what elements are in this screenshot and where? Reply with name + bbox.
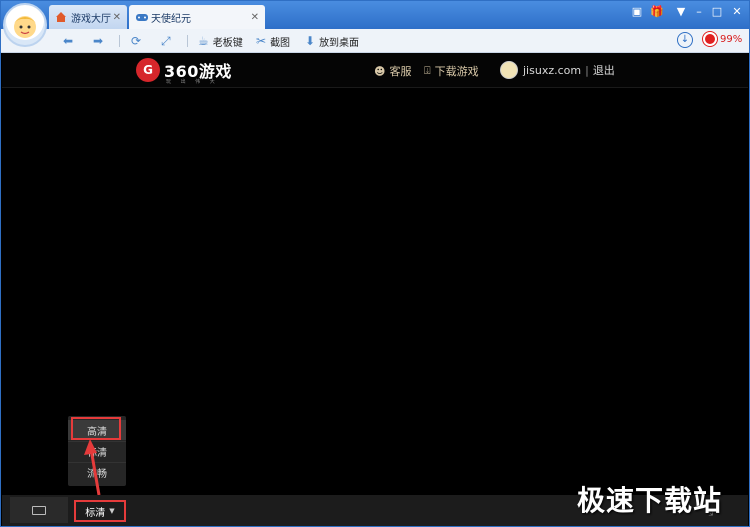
arrow-left-icon: ⬅: [63, 34, 74, 48]
skin-icon[interactable]: ▣: [629, 5, 645, 18]
user-avatar-large[interactable]: [3, 3, 47, 47]
service-link[interactable]: ☻ 客服: [374, 63, 411, 79]
headset-icon: ☻: [374, 64, 386, 78]
close-icon[interactable]: ✕: [251, 12, 259, 23]
tab-label: 游戏大厅: [71, 13, 111, 25]
service-label: 客服: [389, 65, 412, 78]
speed-ball-icon: [703, 32, 717, 46]
back-button[interactable]: ⬅: [63, 33, 77, 49]
logo[interactable]: G 360游戏 玩 出 伟 大: [136, 58, 232, 85]
logo-subtitle: 玩 出 伟 大: [166, 79, 219, 85]
title-bar: 游戏大厅 ✕ 天使纪元 ✕ ▣ 🎁 ▼ – □ ✕: [1, 1, 749, 29]
download-game-link[interactable]: ⍗ 下载游戏: [424, 63, 479, 79]
keyboard-button[interactable]: [10, 497, 68, 523]
download-label: 下载游戏: [434, 65, 479, 78]
menu-icon[interactable]: ▼: [673, 5, 689, 18]
gift-icon[interactable]: 🎁: [649, 5, 665, 18]
avatar[interactable]: [500, 61, 518, 79]
browser-toolbar: ⬅ ➡ ⟳ ⤢ ☕ 老板键 ✂ 截图 ⬇ 放到桌面 ↓ 99%: [1, 29, 749, 53]
username: jisuxz.com: [523, 63, 582, 77]
home-icon: [55, 11, 67, 23]
speed-indicator[interactable]: 99%: [703, 32, 742, 46]
speed-value: 99%: [720, 33, 743, 45]
quality-current: 标清: [85, 507, 106, 519]
keyboard-icon: [32, 505, 46, 515]
screenshot-button[interactable]: ✂ 截图: [256, 33, 290, 49]
boss-key-label: 老板键: [212, 37, 243, 49]
tab-label: 天使纪元: [151, 13, 191, 25]
desktop-icon: ⬇: [305, 34, 316, 48]
arrow-right-icon: ➡: [93, 34, 104, 48]
boss-key-button[interactable]: ☕ 老板键: [198, 33, 243, 49]
download-box-icon: ⍗: [424, 64, 431, 77]
cup-icon: ☕: [198, 34, 209, 48]
logo-mark: G: [136, 58, 160, 82]
minimize-icon[interactable]: –: [691, 5, 707, 18]
refresh-button[interactable]: ⟳: [131, 33, 145, 49]
forward-button[interactable]: ➡: [93, 33, 107, 49]
desktop-label: 放到桌面: [319, 37, 360, 49]
watermark: 极速下载站: [577, 484, 723, 517]
browser-window: 游戏大厅 ✕ 天使纪元 ✕ ▣ 🎁 ▼ – □ ✕ ⬅ ➡ ⟳ ⤢ ☕ 老板键 …: [0, 0, 750, 527]
refresh-icon: ⟳: [131, 34, 142, 48]
divider: |: [585, 63, 589, 77]
gamepad-icon: [135, 11, 148, 23]
crop-icon: ✂: [256, 34, 267, 48]
tab-game-hall[interactable]: 游戏大厅 ✕: [49, 5, 127, 29]
window-close-icon[interactable]: ✕: [729, 5, 745, 18]
logout-link[interactable]: 退出: [593, 62, 615, 78]
fullscreen-icon: ⤢: [161, 33, 171, 48]
tab-angel-era[interactable]: 天使纪元 ✕: [129, 5, 265, 29]
fullscreen-button[interactable]: ⤢: [161, 33, 175, 49]
desktop-shortcut-button[interactable]: ⬇ 放到桌面: [305, 33, 359, 49]
annotation-arrow: [84, 439, 101, 496]
quality-button[interactable]: 标清 ▼: [74, 500, 126, 522]
cartoon-face-icon: [14, 16, 36, 38]
close-icon[interactable]: ✕: [113, 12, 121, 23]
download-icon[interactable]: ↓: [677, 32, 693, 48]
game-header: G 360游戏 玩 出 伟 大 ☻ 客服 ⍗ 下载游戏 jisuxz.com |…: [2, 53, 748, 88]
screenshot-label: 截图: [270, 37, 291, 49]
maximize-icon[interactable]: □: [709, 5, 725, 18]
caret-down-icon: ▼: [109, 507, 115, 515]
user-info: jisuxz.com | 退出: [500, 61, 615, 79]
